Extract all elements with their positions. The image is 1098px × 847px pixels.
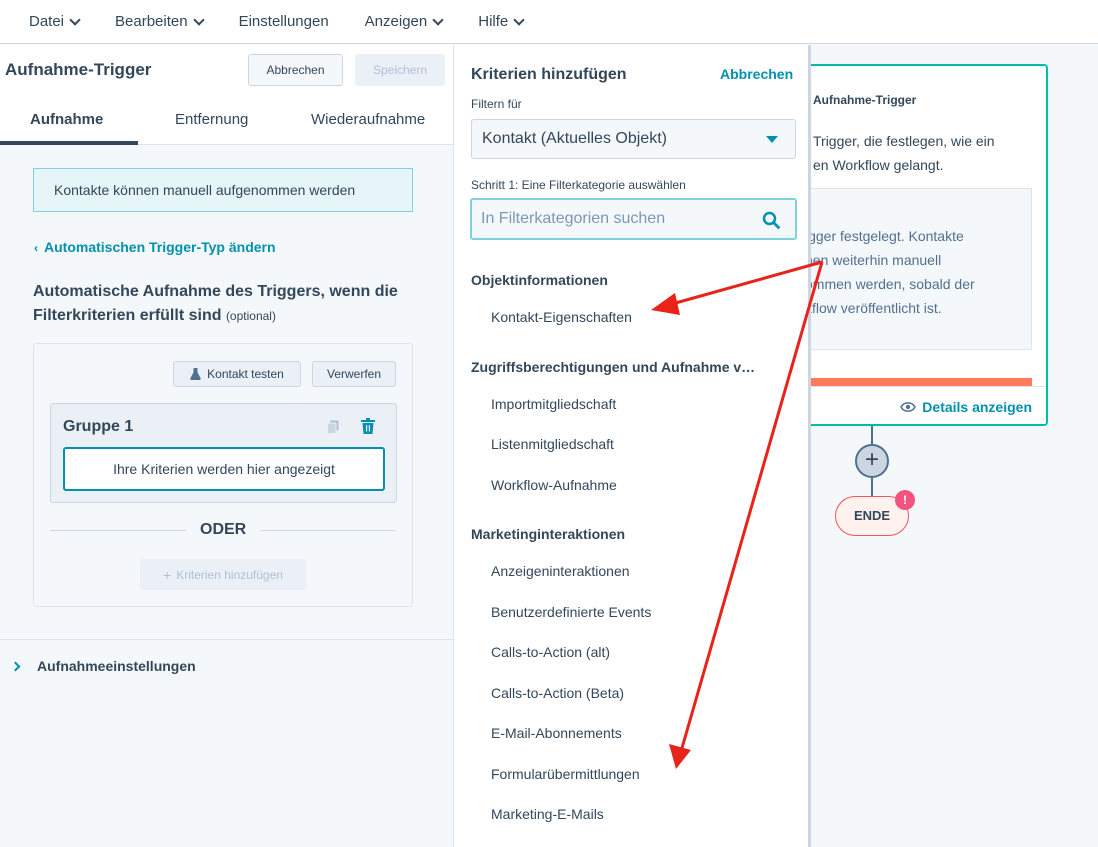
- discard-button[interactable]: Verwerfen: [312, 361, 396, 387]
- category-item-cta-beta[interactable]: Calls-to-Action (Beta): [491, 685, 624, 701]
- criteria-panel-title: Kriterien hinzufügen: [471, 66, 627, 83]
- trigger-panel: Aufnahme-Trigger Abbrechen Speichern Auf…: [0, 45, 453, 847]
- trigger-card-description: Trigger, die festlegen, wie ein en Workf…: [813, 133, 995, 173]
- tab-aufnahme[interactable]: Aufnahme: [30, 111, 103, 128]
- category-search: [470, 198, 797, 240]
- category-item-list[interactable]: Listenmitgliedschaft: [491, 436, 614, 452]
- menu-einstellungen[interactable]: Einstellungen: [239, 13, 329, 30]
- step-label: Schritt 1: Eine Filterkategorie auswähle…: [471, 178, 686, 192]
- test-contact-label: Kontakt testen: [207, 367, 284, 381]
- filter-card: Kontakt testen Verwerfen Gruppe 1 Ihre K…: [33, 343, 413, 607]
- tab-wiederaufnahme[interactable]: Wiederaufnahme: [311, 111, 425, 128]
- trash-icon[interactable]: [361, 418, 375, 434]
- trigger-panel-header: Aufnahme-Trigger Abbrechen Speichern: [0, 45, 453, 95]
- menu-label: Einstellungen: [238, 13, 329, 30]
- flask-icon: [190, 368, 201, 380]
- divider: [0, 639, 453, 640]
- add-criteria-button[interactable]: + Kriterien hinzufügen: [140, 559, 306, 590]
- chevron-left-icon: ‹: [34, 241, 38, 255]
- panel-title: Aufnahme-Trigger: [5, 60, 152, 79]
- copy-icon[interactable]: [327, 420, 339, 434]
- trigger-card-notice: igger festgelegt. Kontakte nen weiterhin…: [799, 188, 1032, 350]
- optional-label: (optional): [225, 309, 276, 323]
- info-banner: Kontakte können manuell aufgenommen werd…: [33, 168, 413, 212]
- enrollment-settings-toggle[interactable]: Aufnahmeeinstellungen: [10, 658, 196, 674]
- chevron-down-icon: [192, 13, 205, 26]
- add-action-button[interactable]: +: [855, 444, 889, 478]
- criteria-panel: Kriterien hinzufügen Abbrechen Filtern f…: [453, 45, 811, 847]
- criteria-placeholder[interactable]: Ihre Kriterien werden hier angezeigt: [63, 447, 385, 491]
- chevron-down-icon: [69, 13, 81, 26]
- tab-entfernung[interactable]: Entfernung: [175, 111, 248, 128]
- chevron-down-icon: [432, 13, 444, 26]
- group-title: Gruppe 1: [63, 418, 134, 435]
- category-item-import[interactable]: Importmitgliedschaft: [491, 396, 616, 412]
- plus-icon: +: [163, 566, 172, 583]
- trigger-tabs: Aufnahme Entfernung Wiederaufnahme: [0, 95, 453, 145]
- category-item-email-subscriptions[interactable]: E-Mail-Abonnements: [491, 725, 622, 741]
- category-header-object-info: Objektinformationen: [471, 272, 608, 288]
- alert-badge: !: [895, 490, 915, 510]
- category-item-marketing-emails[interactable]: Marketing-E-Mails: [491, 806, 604, 822]
- divider: [260, 530, 396, 531]
- category-item-custom-events[interactable]: Benutzerdefinierte Events: [491, 604, 651, 620]
- trigger-card[interactable]: Aufnahme-Trigger Trigger, die festlegen,…: [797, 64, 1048, 426]
- menu-label: Datei: [29, 13, 65, 30]
- trigger-card-notice-text: igger festgelegt. Kontakte nen weiterhin…: [805, 228, 975, 316]
- category-header-marketing: Marketinginteraktionen: [471, 526, 626, 542]
- details-button[interactable]: Details anzeigen: [900, 399, 1032, 415]
- criteria-cancel-link[interactable]: Abbrechen: [720, 66, 793, 82]
- caret-down-icon: [766, 136, 778, 143]
- cancel-button[interactable]: Abbrechen: [248, 54, 343, 86]
- category-item-workflow[interactable]: Workflow-Aufnahme: [491, 477, 617, 493]
- menu-hilfe[interactable]: Hilfe: [478, 13, 525, 30]
- object-select-value: Kontakt (Aktuelles Objekt): [482, 130, 667, 147]
- menu-bar: Datei Bearbeiten Einstellungen Anzeigen …: [0, 0, 1098, 44]
- chevron-down-icon: [513, 13, 525, 26]
- category-item-cta-old[interactable]: Calls-to-Action (alt): [491, 644, 610, 660]
- menu-anzeigen[interactable]: Anzeigen: [364, 13, 444, 30]
- object-select[interactable]: Kontakt (Aktuelles Objekt): [471, 119, 796, 159]
- menu-label: Anzeigen: [364, 13, 428, 30]
- section-title: Automatische Aufnahme des Triggers, wenn…: [33, 280, 413, 328]
- category-header-access: Zugriffsberechtigungen und Aufnahme v…: [471, 359, 756, 375]
- menu-label: Bearbeiten: [115, 13, 188, 30]
- enrollment-settings-label: Aufnahmeeinstellungen: [37, 658, 196, 674]
- category-search-input[interactable]: [481, 208, 751, 230]
- category-item-form-submissions[interactable]: Formularübermittlungen: [491, 766, 640, 782]
- search-icon[interactable]: [762, 211, 780, 229]
- add-criteria-label: Kriterien hinzufügen: [176, 567, 283, 582]
- trigger-card-title: Aufnahme-Trigger: [813, 93, 917, 107]
- active-tab-indicator: [0, 141, 138, 145]
- filter-group: Gruppe 1 Ihre Kriterien werden hier ange…: [50, 403, 397, 503]
- change-trigger-type-link[interactable]: ‹ Automatischen Trigger-Typ ändern: [34, 239, 276, 255]
- change-trigger-type-label: Automatischen Trigger-Typ ändern: [44, 239, 276, 255]
- eye-icon: [900, 402, 917, 412]
- category-item-contact-properties[interactable]: Kontakt-Eigenschaften: [491, 309, 632, 325]
- divider: [50, 530, 186, 531]
- trigger-card-footer: Details anzeigen: [799, 386, 1046, 424]
- menu-bearbeiten[interactable]: Bearbeiten: [115, 13, 205, 30]
- details-label: Details anzeigen: [922, 399, 1032, 415]
- test-contact-button[interactable]: Kontakt testen: [173, 361, 301, 387]
- save-button[interactable]: Speichern: [355, 54, 445, 86]
- chevron-right-icon: [10, 661, 21, 671]
- filter-for-label: Filtern für: [471, 97, 522, 111]
- or-label: ODER: [200, 521, 247, 538]
- category-item-ad-interactions[interactable]: Anzeigeninteraktionen: [491, 563, 630, 579]
- section-title-text: Automatische Aufnahme des Triggers, wenn…: [33, 283, 398, 324]
- menu-datei[interactable]: Datei: [29, 13, 81, 30]
- menu-label: Hilfe: [478, 13, 509, 30]
